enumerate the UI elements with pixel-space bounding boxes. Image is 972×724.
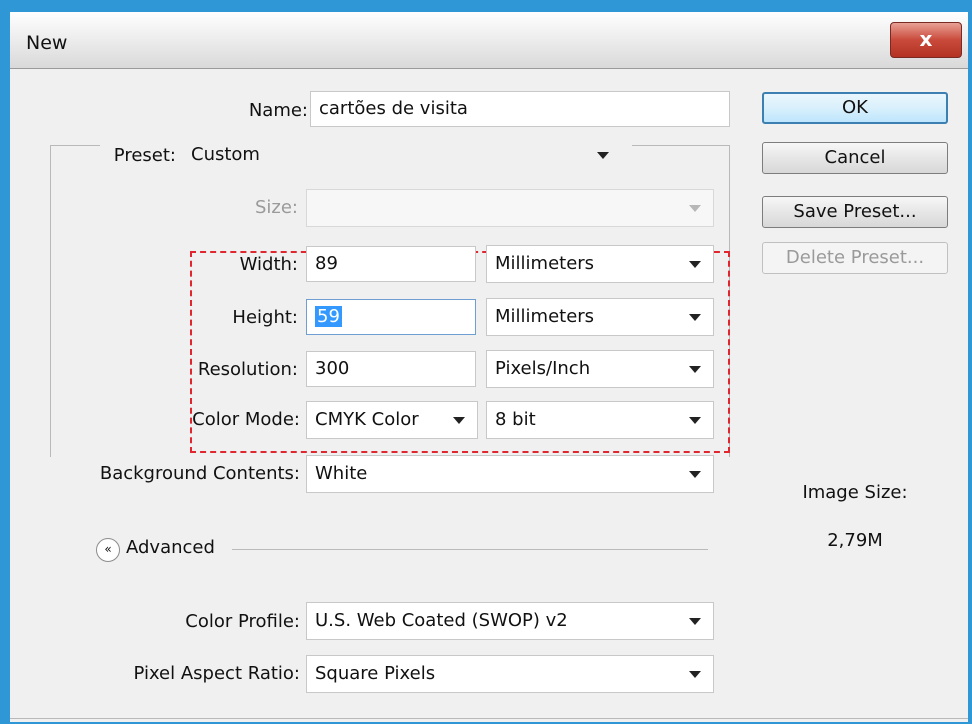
chevron-up-double-icon[interactable]: « bbox=[96, 538, 120, 562]
name-label: Name: bbox=[248, 100, 308, 121]
title-bar[interactable]: New x bbox=[10, 12, 968, 69]
delete-preset-button: Delete Preset... bbox=[762, 242, 948, 274]
save-preset-button[interactable]: Save Preset... bbox=[762, 196, 948, 228]
width-label: Width: bbox=[239, 254, 298, 275]
resolution-label: Resolution: bbox=[197, 359, 298, 380]
bit-depth-dropdown[interactable]: 8 bit bbox=[486, 401, 714, 439]
height-unit-value: Millimeters bbox=[495, 306, 595, 327]
width-input[interactable]: 89 bbox=[306, 246, 476, 282]
chevron-down-icon bbox=[597, 152, 609, 159]
resolution-input[interactable]: 300 bbox=[306, 351, 476, 387]
width-unit-dropdown[interactable]: Millimeters bbox=[486, 245, 714, 283]
dialog-bottom-border bbox=[10, 718, 968, 719]
background-contents-label: Background Contents: bbox=[99, 463, 300, 484]
image-size-value: 2,79M bbox=[827, 530, 883, 551]
name-input[interactable]: cartões de visita bbox=[310, 91, 730, 127]
advanced-divider bbox=[232, 549, 708, 550]
background-contents-value: White bbox=[315, 463, 368, 484]
close-button[interactable]: x bbox=[890, 22, 962, 58]
pixel-aspect-ratio-value: Square Pixels bbox=[315, 663, 436, 684]
size-label: Size: bbox=[254, 197, 298, 218]
dialog-title: New bbox=[26, 32, 68, 54]
color-profile-dropdown[interactable]: U.S. Web Coated (SWOP) v2 bbox=[306, 602, 714, 640]
chevron-down-icon bbox=[689, 261, 701, 268]
cancel-button[interactable]: Cancel bbox=[762, 142, 948, 174]
chevron-down-icon bbox=[689, 366, 701, 373]
chevron-down-icon bbox=[689, 671, 701, 678]
bit-depth-value: 8 bit bbox=[495, 409, 536, 430]
size-dropdown bbox=[306, 189, 714, 227]
preset-group-border-top-right bbox=[632, 145, 730, 146]
height-unit-dropdown[interactable]: Millimeters bbox=[486, 298, 714, 336]
chevron-down-icon bbox=[689, 471, 701, 478]
color-mode-dropdown[interactable]: CMYK Color bbox=[306, 401, 478, 439]
color-mode-value: CMYK Color bbox=[315, 409, 419, 430]
chevron-down-icon bbox=[453, 417, 465, 424]
pixel-aspect-ratio-label: Pixel Aspect Ratio: bbox=[133, 663, 301, 684]
preset-group-border-left bbox=[50, 145, 51, 457]
width-unit-value: Millimeters bbox=[495, 253, 595, 274]
pixel-aspect-ratio-dropdown[interactable]: Square Pixels bbox=[306, 655, 714, 693]
height-label: Height: bbox=[232, 307, 298, 328]
preset-dropdown[interactable]: Custom bbox=[182, 136, 622, 174]
chevron-down-icon bbox=[689, 618, 701, 625]
advanced-label[interactable]: Advanced bbox=[126, 537, 215, 558]
chevron-down-icon bbox=[689, 314, 701, 321]
preset-label: Preset: bbox=[113, 145, 176, 166]
image-size-label: Image Size: bbox=[802, 482, 908, 503]
color-profile-value: U.S. Web Coated (SWOP) v2 bbox=[315, 610, 568, 631]
chevron-down-icon bbox=[689, 205, 701, 212]
chevron-down-icon bbox=[689, 417, 701, 424]
color-profile-label: Color Profile: bbox=[185, 611, 300, 632]
ok-button[interactable]: OK bbox=[762, 92, 948, 124]
new-document-dialog: New x Name: cartões de visita Preset: Cu… bbox=[10, 12, 968, 722]
background-contents-dropdown[interactable]: White bbox=[306, 455, 714, 493]
close-icon: x bbox=[919, 27, 933, 51]
height-value-selected: 59 bbox=[315, 306, 342, 327]
color-mode-label: Color Mode: bbox=[192, 409, 300, 430]
height-input[interactable]: 59 bbox=[306, 299, 476, 335]
resolution-unit-value: Pixels/Inch bbox=[495, 358, 591, 379]
resolution-unit-dropdown[interactable]: Pixels/Inch bbox=[486, 350, 714, 388]
preset-value: Custom bbox=[191, 144, 260, 165]
